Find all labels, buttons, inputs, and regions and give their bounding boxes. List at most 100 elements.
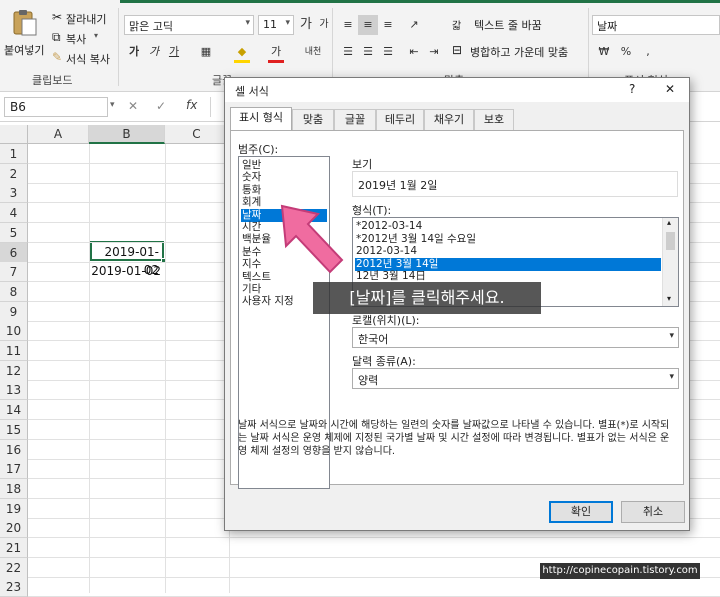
tab-number[interactable]: 표시 형식 [230, 107, 292, 131]
cancel-button[interactable]: 취소 [621, 501, 685, 523]
decrease-indent-button[interactable]: ⇤ [404, 42, 424, 62]
column-header-c[interactable]: C [165, 125, 229, 144]
comma-style-button[interactable]: , [638, 42, 658, 62]
font-size-combo[interactable]: 11 ▾ [258, 15, 294, 35]
tab-label: 표시 형식 [239, 111, 283, 124]
category-item[interactable]: 숫자 [241, 171, 327, 184]
font-color-button[interactable]: 가 [266, 42, 286, 62]
scroll-down-icon[interactable]: ▾ [667, 294, 671, 303]
calendar-select[interactable]: 양력 ▾ [352, 368, 679, 389]
row-header[interactable]: 2 [0, 164, 28, 184]
copy-button[interactable]: ⧉ 복사 ▾ [52, 30, 112, 46]
type-item[interactable]: *2012년 3월 14일 수요일 [355, 233, 661, 246]
align-center-button[interactable]: ☰ [358, 42, 378, 62]
instruction-callout: [날짜]를 클릭해주세요. [313, 282, 541, 314]
align-left-button[interactable]: ☰ [338, 42, 358, 62]
enter-button[interactable]: ✓ [156, 99, 166, 113]
row-header[interactable]: 10 [0, 321, 28, 341]
row-header[interactable]: 19 [0, 499, 28, 519]
chevron-down-icon: ▾ [285, 18, 290, 28]
format-painter-button[interactable]: ✎ 서식 복사 [52, 50, 116, 66]
scroll-up-icon[interactable]: ▴ [667, 218, 671, 227]
tab-fill[interactable]: 채우기 [424, 109, 474, 130]
row-header[interactable]: 14 [0, 400, 28, 420]
underline-button[interactable]: 가 [164, 42, 184, 62]
help-button[interactable]: ? [629, 82, 635, 96]
type-item[interactable]: *2012-03-14 [355, 220, 661, 233]
font-size-value: 11 [263, 18, 277, 31]
name-box-dropdown-icon[interactable]: ▾ [110, 100, 115, 110]
row-header[interactable]: 18 [0, 479, 28, 499]
cell-b6[interactable]: 2019-01-02 [90, 241, 164, 277]
italic-button[interactable]: 가 [144, 42, 164, 62]
ok-button[interactable]: 확인 [549, 501, 613, 523]
row-header[interactable]: 5 [0, 223, 28, 243]
fill-color-button[interactable]: ◆ [232, 42, 252, 62]
column-header-b[interactable]: B [89, 125, 165, 144]
type-item[interactable]: 2012-03-14 [355, 245, 661, 258]
close-button[interactable]: ✕ [665, 82, 675, 96]
row-header[interactable]: 9 [0, 302, 28, 322]
row-header[interactable]: 17 [0, 459, 28, 479]
merge-center-button[interactable]: ⊟ 병합하고 가운데 맞춤 [452, 43, 587, 61]
bold-button[interactable]: 가 [124, 42, 144, 62]
align-right-button[interactable]: ☰ [378, 42, 398, 62]
row-header[interactable]: 7 [0, 262, 28, 282]
column-header-a[interactable]: A [28, 125, 89, 144]
row-header[interactable]: 6 [0, 243, 28, 263]
scroll-thumb[interactable] [666, 232, 675, 250]
increase-indent-button[interactable]: ⇥ [424, 42, 444, 62]
percent-style-button[interactable]: % [616, 42, 636, 62]
row-header[interactable]: 1 [0, 144, 28, 164]
row-label: 3 [9, 186, 18, 200]
row-header[interactable]: 16 [0, 440, 28, 460]
accounting-format-button[interactable]: ₩ [594, 42, 614, 62]
locale-label: 로캘(위치)(L): [352, 314, 420, 327]
cell-b7[interactable]: 2019-01-02 [90, 262, 164, 281]
align-bottom-button[interactable]: ≡ [378, 15, 398, 35]
tab-border[interactable]: 테두리 [376, 109, 424, 130]
chevron-down-icon: ▾ [669, 331, 674, 341]
orientation-button[interactable]: ↗ [404, 15, 424, 35]
tab-protection[interactable]: 보호 [474, 109, 514, 130]
phonetic-button[interactable]: 내천 [300, 42, 326, 62]
align-top-button[interactable]: ≡ [338, 15, 358, 35]
locale-select[interactable]: 한국어 ▾ [352, 327, 679, 348]
row-header[interactable]: 23 [0, 577, 28, 597]
paint-bucket-icon: ◆ [237, 45, 247, 58]
category-item[interactable]: 일반 [241, 159, 327, 172]
type-list-scrollbar[interactable]: ▴ ▾ [662, 218, 678, 306]
category-item[interactable]: 통화 [241, 184, 327, 197]
wrap-text-button[interactable]: 갋 텍스트 줄 바꿈 [452, 16, 582, 34]
name-box[interactable]: B6 [4, 97, 108, 117]
border-button[interactable]: ▦ [196, 42, 216, 62]
row-header[interactable]: 11 [0, 341, 28, 361]
number-format-combo[interactable]: 날짜 [592, 15, 720, 35]
tab-font[interactable]: 글꼴 [334, 109, 376, 130]
cut-button[interactable]: ✂ 잘라내기 [52, 10, 112, 26]
copy-dropdown-icon[interactable]: ▾ [94, 31, 98, 40]
format-description: 날짜 서식으로 날짜와 시간에 해당하는 일련의 숫자를 날짜값으로 나타낼 수… [238, 420, 670, 457]
merge-center-label: 병합하고 가운데 맞춤 [470, 46, 569, 59]
row-header[interactable]: 15 [0, 420, 28, 440]
tab-alignment[interactable]: 맞춤 [292, 109, 334, 130]
row-header[interactable]: 22 [0, 558, 28, 578]
ribbon-divider [332, 8, 333, 86]
row-header[interactable]: 13 [0, 380, 28, 400]
insert-function-button[interactable]: fx [186, 98, 197, 112]
row-header[interactable]: 21 [0, 538, 28, 558]
row-header[interactable]: 3 [0, 183, 28, 203]
row-header[interactable]: 12 [0, 361, 28, 381]
font-name-combo[interactable]: 맑은 고딕 ▾ [124, 15, 254, 35]
formula-input[interactable] [210, 97, 224, 117]
paste-button[interactable]: 붙여넣기 [4, 6, 44, 64]
cancel-entry-button[interactable]: ✕ [128, 99, 138, 113]
row-header[interactable]: 20 [0, 518, 28, 538]
align-middle-button[interactable]: ≡ [358, 15, 378, 35]
row-header[interactable]: 8 [0, 282, 28, 302]
row-header[interactable]: 4 [0, 203, 28, 223]
type-item[interactable]: 2012년 3월 14일 [355, 257, 661, 271]
select-all-corner[interactable] [0, 125, 28, 144]
grow-font-button[interactable]: 가 [296, 15, 316, 35]
shrink-font-button[interactable]: 가 [314, 15, 334, 35]
